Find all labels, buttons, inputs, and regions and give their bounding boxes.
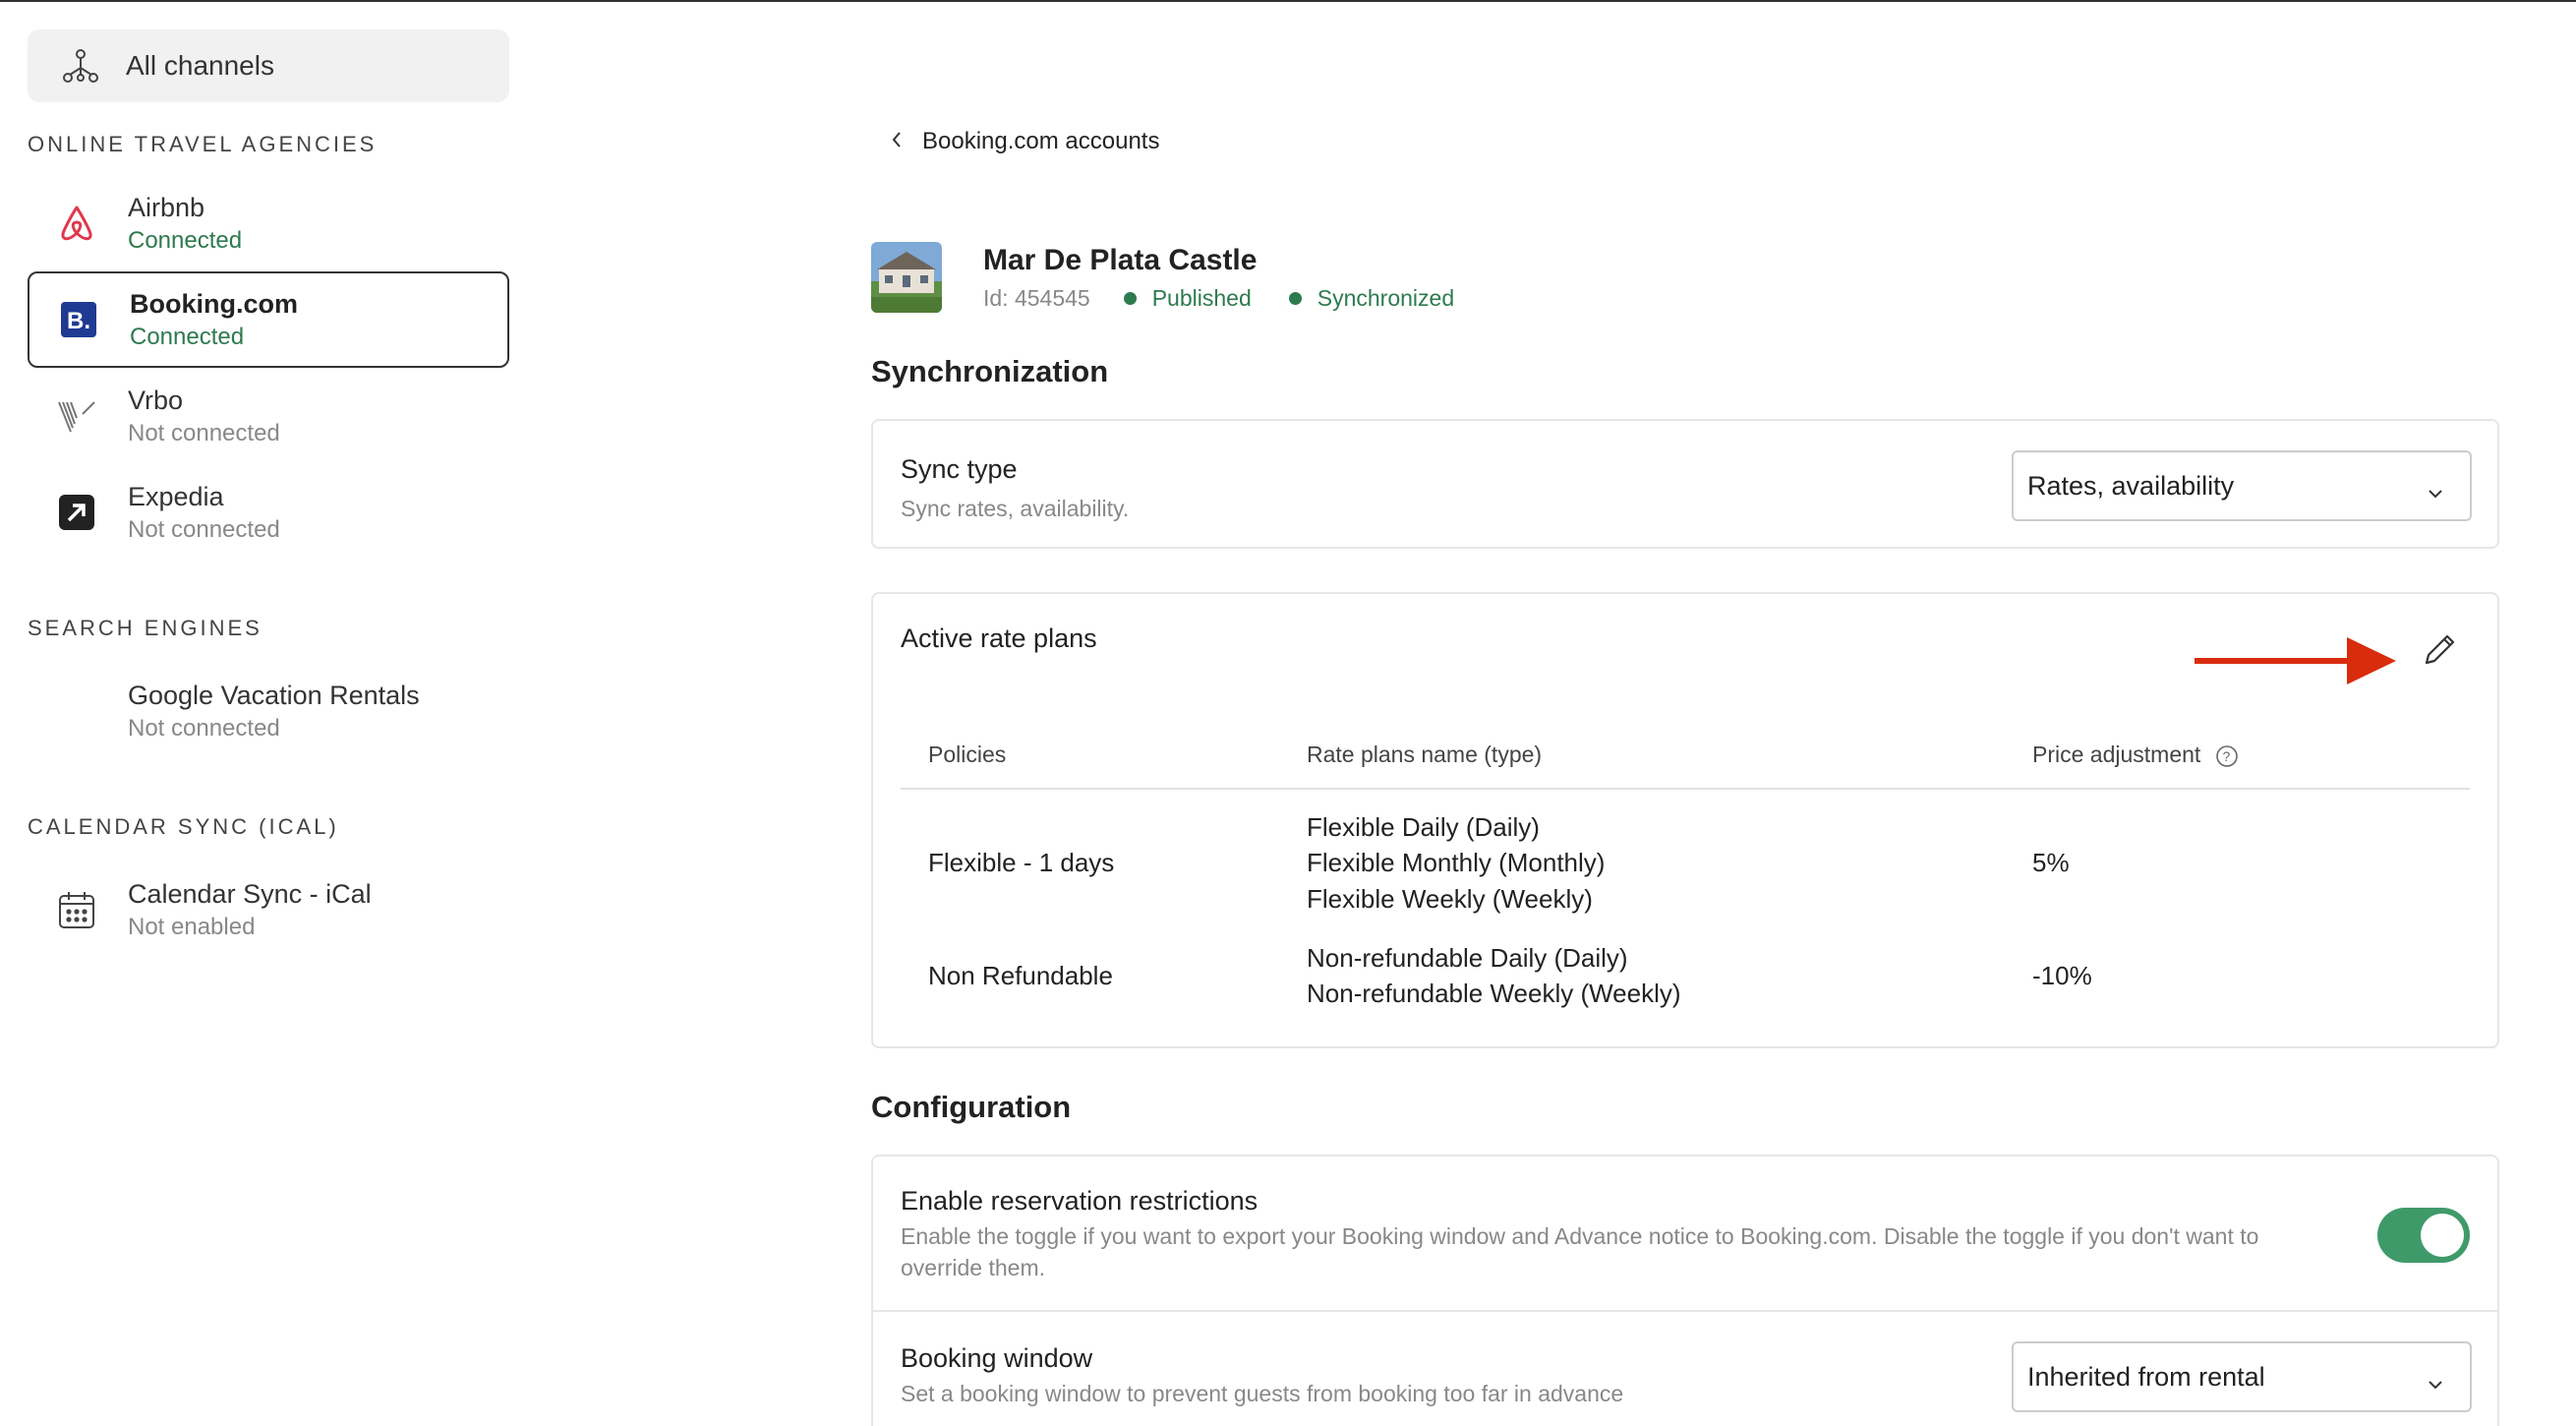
channel-name: Google Vacation Rentals [128,680,420,710]
configuration-card: Enable reservation restrictions Enable t… [871,1155,2499,1426]
calendar-icon [55,888,98,931]
channel-status: Connected [128,226,243,254]
google-icon [55,689,98,733]
svg-text:?: ? [2222,748,2230,764]
price-adjustment-cell: -10% [2032,960,2092,990]
chevron-down-icon [2427,476,2444,506]
red-arrow-annotation [2195,633,2401,693]
breadcrumb-label: Booking.com accounts [922,128,1160,154]
column-header-rate-plans: Rate plans name (type) [1307,722,2032,790]
rate-plans-card: Active rate plans Policies Rate plans na… [871,592,2499,1048]
booking-window-value: Inherited from rental [2027,1361,2265,1392]
chevron-left-icon [891,129,903,154]
policy-cell: Non Refundable [928,960,1113,990]
sidebar-item-airbnb[interactable]: Airbnb Connected [28,175,509,271]
configuration-heading: Configuration [871,1090,1072,1124]
table-row: Flexible - 1 days Flexible Daily (Daily)… [901,789,2470,924]
rate-plan-name: Flexible Monthly (Monthly) [1307,848,1606,878]
rate-plans-cell: Non-refundable Daily (Daily) Non-refunda… [1307,924,2032,1027]
section-title-ota: ONLINE TRAVEL AGENCIES [28,132,378,156]
property-title: Mar De Plata Castle [983,243,1258,276]
channel-status: Not connected [128,515,280,543]
sidebar-item-booking[interactable]: B. Booking.com Connected [28,271,509,368]
channel-status: Not connected [128,714,280,742]
column-header-price-adjustment: Price adjustment ? [2032,722,2470,790]
sync-status: Synchronized [1317,284,1455,311]
price-adjustment-cell: 5% [2032,848,2070,878]
policy-cell: Flexible - 1 days [928,848,1115,878]
booking-icon: B. [57,298,100,341]
sidebar-item-vrbo[interactable]: Vrbo Not connected [28,368,509,464]
rate-plans-cell: Flexible Daily (Daily) Flexible Monthly … [1307,789,2032,924]
top-border [0,0,2576,2]
sidebar-item-expedia[interactable]: Expedia Not connected [28,464,509,561]
restrictions-description: Enable the toggle if you want to export … [901,1223,2259,1281]
restrictions-label: Enable reservation restrictions [901,1186,1259,1216]
booking-window-select[interactable]: Inherited from rental [2012,1341,2472,1412]
sync-type-label: Sync type [901,454,1018,484]
channel-status: Connected [130,323,245,350]
sync-type-value: Rates, availability [2027,470,2235,501]
synchronization-heading: Synchronization [871,354,1109,388]
sidebar-item-ical[interactable]: Calendar Sync - iCal Not enabled [28,862,509,958]
channel-name: Calendar Sync - iCal [128,878,372,909]
airbnb-icon [55,202,98,245]
section-title-search: SEARCH ENGINES [28,616,263,640]
sidebar-item-google[interactable]: Google Vacation Rentals Not connected [28,663,509,759]
sync-type-description: Sync rates, availability. [901,496,1130,521]
published-status: Published [1151,284,1252,311]
rate-plan-name: Flexible Weekly (Weekly) [1307,883,1593,914]
rate-plan-name: Non-refundable Weekly (Weekly) [1307,979,1681,1008]
reservation-restrictions-toggle[interactable] [2377,1208,2470,1263]
channel-name: Booking.com [130,288,299,319]
channel-name: Vrbo [128,385,184,415]
all-channels-button[interactable]: All channels [28,30,509,102]
sidebar: All channels ONLINE TRAVEL AGENCIES Airb… [28,30,509,958]
price-adjustment-label: Price adjustment [2032,742,2201,767]
channel-name: Airbnb [128,192,205,222]
breadcrumb[interactable]: Booking.com accounts [891,128,1159,155]
column-header-policies: Policies [901,722,1307,790]
sync-status-dot [1288,291,1302,305]
svg-text:B.: B. [67,308,90,334]
rate-plan-name: Non-refundable Daily (Daily) [1307,942,1628,973]
rate-plan-name: Flexible Daily (Daily) [1307,811,1540,842]
expedia-icon [55,491,98,534]
help-circle-icon[interactable]: ? [2215,744,2239,768]
sync-type-select[interactable]: Rates, availability [2012,450,2472,521]
edit-pencil-icon[interactable] [2421,629,2460,674]
property-header: Mar De Plata Castle Id: 454545 Published… [871,242,1454,313]
channel-name: Expedia [128,481,224,511]
booking-window-description: Set a booking window to prevent guests f… [901,1381,1624,1406]
table-row: Non Refundable Non-refundable Daily (Dai… [901,924,2470,1027]
property-thumbnail [871,242,942,313]
channel-status: Not enabled [128,913,256,940]
chevron-down-icon [2427,1367,2444,1397]
published-status-dot [1123,291,1137,305]
toggle-knob [2421,1214,2464,1257]
sync-type-card: Sync type Sync rates, availability. Rate… [871,419,2499,549]
section-title-ical: CALENDAR SYNC (ICAL) [28,814,339,839]
divider [873,1310,2497,1312]
all-channels-label: All channels [126,50,274,81]
channel-status: Not connected [128,419,280,446]
vrbo-icon [55,394,98,438]
booking-window-label: Booking window [901,1343,1093,1373]
rate-plans-title: Active rate plans [901,624,1097,653]
network-icon [59,44,102,88]
property-id: Id: 454545 [983,284,1090,311]
rate-plans-table: Policies Rate plans name (type) Price ad… [901,722,2470,1027]
